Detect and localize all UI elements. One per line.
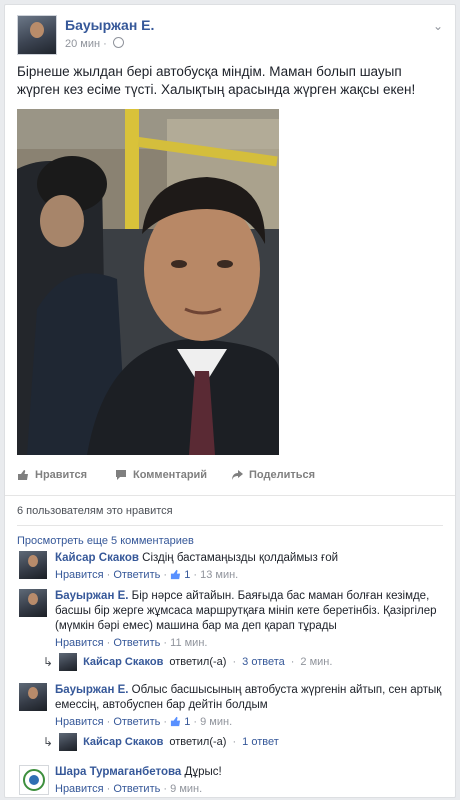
comment-like-count[interactable]: 1 [184, 716, 190, 728]
post-header: Бауыржан Е. 20 мин · ⌄ [15, 13, 445, 55]
post-card: Бауыржан Е. 20 мин · ⌄ Бірнеше жылдан бе… [4, 4, 456, 798]
comment-meta: Нравится · Ответить · 1 · 9 мин. [55, 716, 233, 728]
meta-dot: · [103, 38, 107, 50]
comment-like-count[interactable]: 1 [184, 569, 190, 581]
reply-summary[interactable]: ↳ Кайсар Скаков ответил(-а) · 3 ответа ·… [43, 653, 332, 671]
comment-action[interactable]: Комментарий [115, 469, 207, 481]
post-actions: Нравится Комментарий Поделиться [17, 469, 442, 489]
likes-summary[interactable]: 6 пользователям это нравится [17, 505, 173, 517]
comment-meta: Нравится · Ответить · 11 мин. [55, 637, 208, 649]
comment-like-link[interactable]: Нравится [55, 783, 104, 795]
commenter-name[interactable]: Кайсар Скаков [55, 552, 139, 564]
comment-time[interactable]: 11 мин. [170, 637, 207, 649]
commenter-avatar[interactable] [19, 765, 49, 795]
commenter-name[interactable]: Бауыржан Е. [55, 684, 128, 696]
post-meta: 20 мин · [65, 37, 124, 50]
comment-like-link[interactable]: Нравится [55, 716, 104, 728]
replier-avatar [59, 653, 78, 671]
post-time[interactable]: 20 мин [65, 38, 100, 50]
comment-body: Кайсар Скаков Сіздің бастамаңызды қолдай… [55, 551, 444, 583]
reply-arrow-icon: ↳ [43, 735, 54, 749]
reply-arrow-icon: ↳ [43, 655, 54, 669]
comment-reply-link[interactable]: Ответить [113, 783, 160, 795]
commenter-avatar[interactable] [19, 683, 47, 711]
share-action[interactable]: Поделиться [231, 469, 315, 481]
replies-link[interactable]: 1 ответ [242, 736, 279, 748]
replies-link[interactable]: 3 ответа [242, 656, 285, 668]
thumbs-up-icon [171, 716, 181, 727]
comment-body: Бауыржан Е. Облыс басшысының автобуста ж… [55, 683, 444, 730]
divider [5, 495, 455, 496]
reply-time: 2 мин. [300, 656, 333, 668]
like-action[interactable]: Нравится [17, 469, 87, 481]
comment-body: Шара Турмаганбетова Дұрыс! Нравится · От… [55, 765, 444, 797]
view-more-comments[interactable]: Просмотреть еще 5 комментариев [17, 535, 194, 547]
replier-avatar [59, 733, 78, 751]
reply-summary[interactable]: ↳ Кайсар Скаков ответил(-а) · 1 ответ [43, 733, 279, 751]
comment-reply-link[interactable]: Ответить [113, 637, 160, 649]
replier-name[interactable]: Кайсар Скаков [83, 656, 163, 668]
comment-time[interactable]: 9 мин. [170, 783, 202, 795]
selfie-image [17, 109, 279, 455]
comment-like-link[interactable]: Нравится [55, 569, 104, 581]
comment-reply-link[interactable]: Ответить [113, 716, 160, 728]
divider [17, 525, 443, 526]
commenter-avatar[interactable] [19, 551, 47, 579]
replier-name[interactable]: Кайсар Скаков [83, 736, 163, 748]
comment-like-link[interactable]: Нравится [55, 637, 104, 649]
comment-body: Бауыржан Е. Бір нәрсе айтайын. Баяғыда б… [55, 589, 444, 651]
thumbs-up-icon [18, 470, 28, 480]
comment-meta: Нравится · Ответить · 9 мин. [55, 783, 203, 795]
comment-label: Комментарий [133, 469, 208, 481]
comment-icon [116, 470, 126, 480]
reply-verb: ответил(-а) [169, 656, 227, 668]
share-icon [232, 470, 243, 480]
comment-meta: Нравится · Ответить · 1 · 13 мин. [55, 569, 239, 581]
comment-time[interactable]: 13 мин. [200, 569, 238, 581]
author-avatar[interactable] [17, 15, 57, 55]
comment-text: Дұрыс! [184, 766, 222, 778]
chevron-down-icon[interactable]: ⌄ [433, 19, 443, 33]
post-text: Бірнеше жылдан бері автобусқа міндім. Ма… [17, 64, 416, 97]
commenter-name[interactable]: Шара Турмаганбетова [55, 766, 181, 778]
post-photo[interactable] [17, 109, 279, 455]
reply-verb: ответил(-а) [169, 736, 227, 748]
comment-text: Сіздің бастамаңызды қолдаймыз ғой [142, 552, 339, 564]
globe-icon [112, 37, 124, 48]
thumbs-up-icon [171, 569, 181, 580]
author-name[interactable]: Бауыржан Е. [65, 17, 154, 33]
comment-time[interactable]: 9 мин. [200, 716, 232, 728]
commenter-name[interactable]: Бауыржан Е. [55, 590, 128, 602]
like-label: Нравится [35, 469, 88, 481]
share-label: Поделиться [249, 469, 316, 481]
logo-icon [23, 769, 45, 791]
comment-reply-link[interactable]: Ответить [113, 569, 160, 581]
commenter-avatar[interactable] [19, 589, 47, 617]
